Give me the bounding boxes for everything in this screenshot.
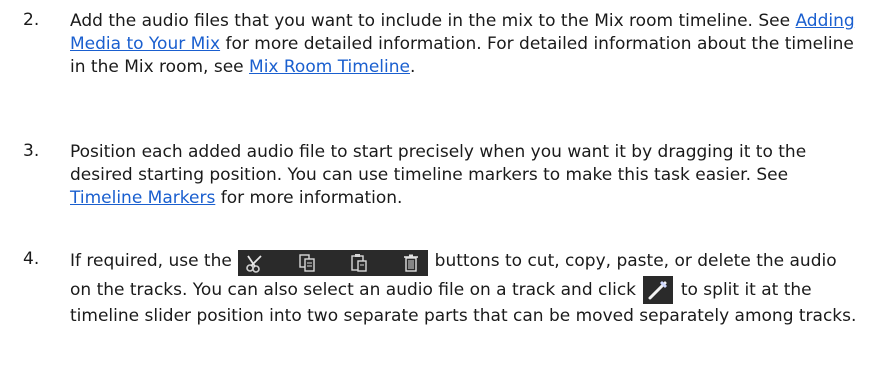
timeline-markers-link[interactable]: Timeline Markers [70, 188, 215, 208]
split-icon[interactable] [643, 276, 674, 304]
copy-icon[interactable] [294, 250, 320, 276]
edit-toolbar [238, 250, 429, 276]
trash-icon[interactable] [398, 250, 424, 276]
step-number: 4. [23, 249, 40, 269]
paste-icon[interactable] [346, 250, 372, 276]
step-number: 2. [23, 10, 40, 30]
step-number: 3. [23, 141, 40, 161]
step-text: Position each added audio file to start … [70, 142, 807, 208]
step-text: If required, use the buttons to cut, cop… [70, 250, 857, 326]
step-text: Add the audio files that you want to inc… [70, 11, 855, 77]
scissors-icon[interactable] [242, 250, 268, 276]
mix-room-timeline-link[interactable]: Mix Room Timeline [249, 57, 410, 77]
instruction-list: 2. Add the audio files that you want to … [0, 0, 877, 379]
